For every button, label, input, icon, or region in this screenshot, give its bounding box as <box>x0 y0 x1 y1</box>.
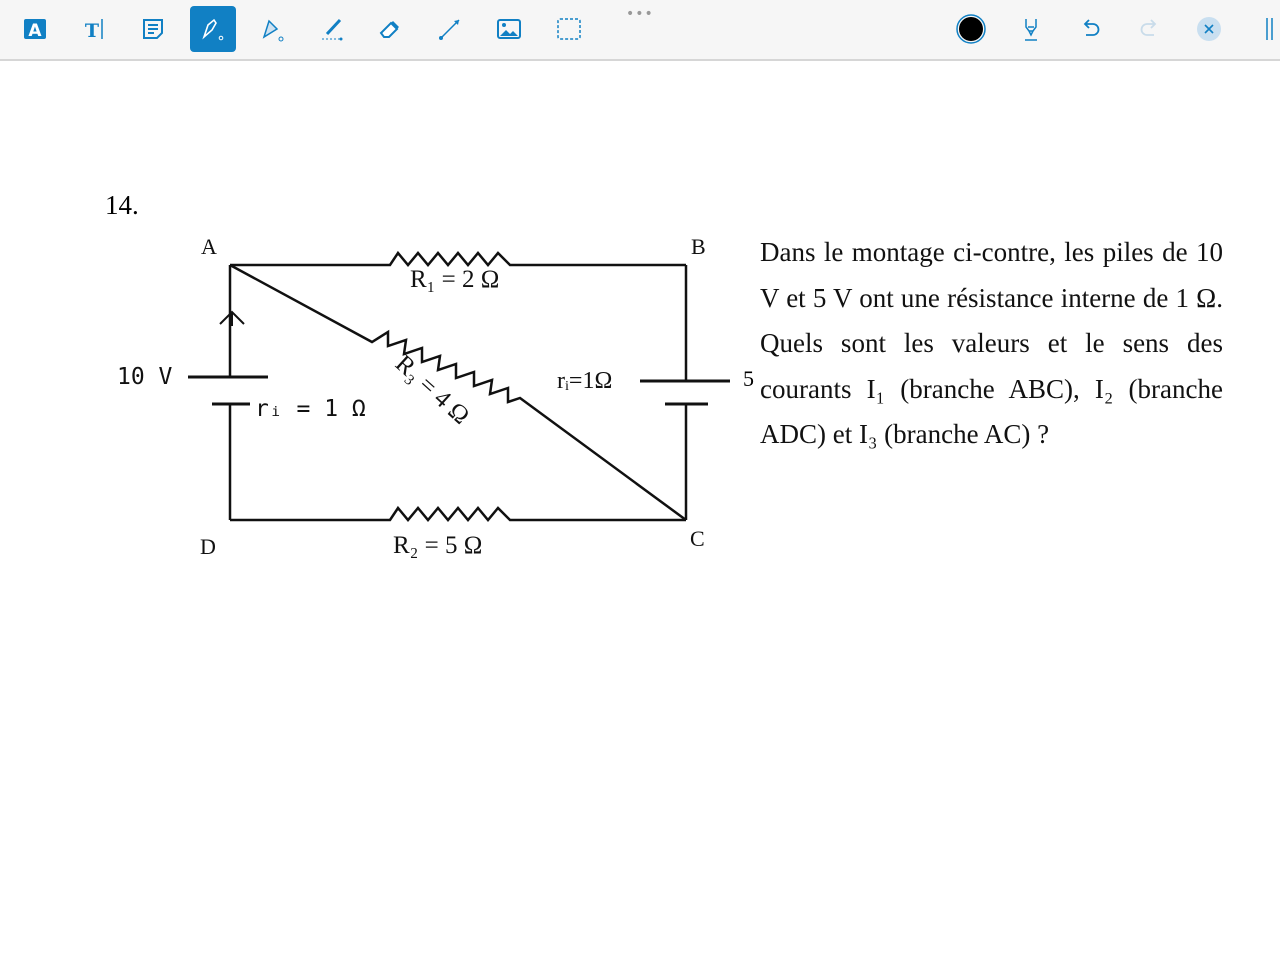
wire-ab <box>230 250 686 267</box>
ri-right-label: rᵢ=1Ω <box>557 368 613 394</box>
wire-ac-r3 <box>229 263 687 522</box>
node-c: C <box>690 526 705 551</box>
problem-text: Dans le montage ci-contre, les piles de … <box>760 237 1223 449</box>
battery-right <box>640 379 730 406</box>
node-d: D <box>200 534 216 559</box>
node-a: A <box>201 234 217 259</box>
r2-label: R₂ = 5 Ω <box>393 532 483 559</box>
source-left-label: 10 V <box>117 364 173 390</box>
wire-dc <box>230 505 686 522</box>
ri-left-label: rᵢ = 1 Ω <box>255 396 366 422</box>
r1-label: R₁ = 2 Ω <box>410 266 500 293</box>
source-right-label-cut: 5 <box>743 366 754 391</box>
circuit-diagram <box>188 250 730 522</box>
node-b: B <box>691 234 706 259</box>
current-arrow-icon <box>219 310 245 326</box>
